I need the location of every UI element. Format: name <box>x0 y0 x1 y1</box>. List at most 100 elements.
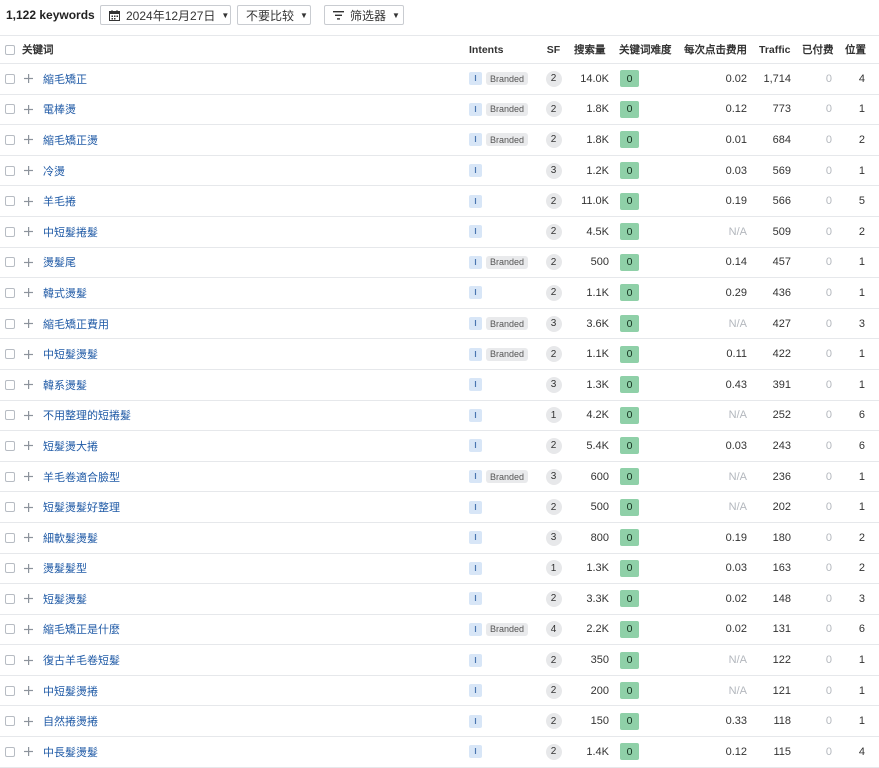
sf-cell[interactable]: 2 <box>545 492 562 522</box>
row-checkbox[interactable] <box>5 125 15 155</box>
row-checkbox[interactable] <box>5 186 15 216</box>
add-keyword-icon[interactable] <box>24 309 33 339</box>
add-keyword-icon[interactable] <box>24 645 33 675</box>
keyword-link[interactable]: 羊毛卷適合臉型 <box>43 462 120 492</box>
keyword-link[interactable]: 韓式燙髮 <box>43 278 87 308</box>
keyword-link[interactable]: 燙髮尾 <box>43 248 76 278</box>
sf-cell[interactable]: 2 <box>545 737 562 767</box>
keyword-link[interactable]: 復古羊毛卷短髮 <box>43 645 120 675</box>
sf-cell[interactable]: 3 <box>545 370 562 400</box>
keyword-link[interactable]: 羊毛捲 <box>43 186 76 216</box>
date-picker-button[interactable]: 2024年12月27日 ▼ <box>100 5 231 25</box>
add-keyword-icon[interactable] <box>24 95 33 125</box>
sf-cell[interactable]: 4 <box>545 615 562 645</box>
row-checkbox[interactable] <box>5 737 15 767</box>
add-keyword-icon[interactable] <box>24 584 33 614</box>
keyword-link[interactable]: 中長髮燙髮 <box>43 737 98 767</box>
row-checkbox[interactable] <box>5 64 15 94</box>
row-checkbox[interactable] <box>5 370 15 400</box>
keyword-link[interactable]: 縮毛矯正費用 <box>43 309 109 339</box>
add-keyword-icon[interactable] <box>24 706 33 736</box>
row-checkbox[interactable] <box>5 523 15 553</box>
add-keyword-icon[interactable] <box>24 737 33 767</box>
row-checkbox[interactable] <box>5 309 15 339</box>
keyword-link[interactable]: 韓系燙髮 <box>43 370 87 400</box>
row-checkbox[interactable] <box>5 492 15 522</box>
column-kd[interactable]: 关键词难度 <box>619 36 672 63</box>
sf-cell[interactable]: 2 <box>545 64 562 94</box>
keyword-link[interactable]: 中短髮燙捲 <box>43 676 98 706</box>
sf-cell[interactable]: 2 <box>545 248 562 278</box>
compare-dropdown[interactable]: 不要比较 ▼ <box>237 5 311 25</box>
row-checkbox[interactable] <box>5 706 15 736</box>
add-keyword-icon[interactable] <box>24 523 33 553</box>
row-checkbox[interactable] <box>5 462 15 492</box>
add-keyword-icon[interactable] <box>24 615 33 645</box>
column-intents[interactable]: Intents <box>469 36 503 63</box>
column-paid[interactable]: 已付费 <box>802 36 834 63</box>
sf-cell[interactable]: 2 <box>545 125 562 155</box>
column-keyword[interactable]: 关键词 <box>22 36 54 63</box>
row-checkbox[interactable] <box>5 645 15 675</box>
sf-cell[interactable]: 1 <box>545 401 562 431</box>
row-checkbox[interactable] <box>5 615 15 645</box>
keyword-link[interactable]: 中短髮捲髮 <box>43 217 98 247</box>
add-keyword-icon[interactable] <box>24 64 33 94</box>
filter-button[interactable]: 筛选器 ▼ <box>324 5 404 25</box>
row-checkbox[interactable] <box>5 217 15 247</box>
keyword-link[interactable]: 縮毛矯正燙 <box>43 125 98 155</box>
keyword-link[interactable]: 縮毛矯正 <box>43 64 87 94</box>
keyword-link[interactable]: 自然捲燙捲 <box>43 706 98 736</box>
add-keyword-icon[interactable] <box>24 339 33 369</box>
add-keyword-icon[interactable] <box>24 217 33 247</box>
sf-cell[interactable]: 2 <box>545 645 562 675</box>
row-checkbox[interactable] <box>5 339 15 369</box>
add-keyword-icon[interactable] <box>24 278 33 308</box>
add-keyword-icon[interactable] <box>24 248 33 278</box>
column-traffic[interactable]: Traffic <box>759 36 791 63</box>
add-keyword-icon[interactable] <box>24 186 33 216</box>
row-checkbox[interactable] <box>5 95 15 125</box>
sf-cell[interactable]: 2 <box>545 676 562 706</box>
keyword-link[interactable]: 燙髮髮型 <box>43 554 87 584</box>
column-position[interactable]: 位置 <box>845 36 866 63</box>
sf-cell[interactable]: 3 <box>545 156 562 186</box>
sf-cell[interactable]: 2 <box>545 186 562 216</box>
keyword-link[interactable]: 細軟髮燙髮 <box>43 523 98 553</box>
keyword-link[interactable]: 短髮燙髮 <box>43 584 87 614</box>
add-keyword-icon[interactable] <box>24 676 33 706</box>
add-keyword-icon[interactable] <box>24 401 33 431</box>
row-checkbox[interactable] <box>5 278 15 308</box>
add-keyword-icon[interactable] <box>24 431 33 461</box>
sf-cell[interactable]: 2 <box>545 584 562 614</box>
row-checkbox[interactable] <box>5 248 15 278</box>
keyword-link[interactable]: 縮毛矯正是什麼 <box>43 615 120 645</box>
column-sf[interactable]: SF <box>545 36 562 63</box>
add-keyword-icon[interactable] <box>24 156 33 186</box>
sf-cell[interactable]: 2 <box>545 706 562 736</box>
keyword-link[interactable]: 短髮燙大捲 <box>43 431 98 461</box>
column-volume[interactable]: 搜索量 <box>574 36 606 63</box>
add-keyword-icon[interactable] <box>24 554 33 584</box>
select-all-checkbox[interactable] <box>5 36 15 63</box>
row-checkbox[interactable] <box>5 676 15 706</box>
keyword-link[interactable]: 不用整理的短捲髮 <box>43 401 131 431</box>
add-keyword-icon[interactable] <box>24 125 33 155</box>
row-checkbox[interactable] <box>5 431 15 461</box>
sf-cell[interactable]: 2 <box>545 339 562 369</box>
sf-cell[interactable]: 1 <box>545 554 562 584</box>
add-keyword-icon[interactable] <box>24 492 33 522</box>
add-keyword-icon[interactable] <box>24 370 33 400</box>
row-checkbox[interactable] <box>5 554 15 584</box>
row-checkbox[interactable] <box>5 584 15 614</box>
column-cpc[interactable]: 每次点击费用 <box>684 36 747 63</box>
keyword-link[interactable]: 中短髮燙髮 <box>43 339 98 369</box>
sf-cell[interactable]: 2 <box>545 278 562 308</box>
sf-cell[interactable]: 2 <box>545 95 562 125</box>
keyword-link[interactable]: 電棒燙 <box>43 95 76 125</box>
sf-cell[interactable]: 2 <box>545 217 562 247</box>
sf-cell[interactable]: 3 <box>545 309 562 339</box>
add-keyword-icon[interactable] <box>24 462 33 492</box>
keyword-link[interactable]: 短髮燙髮好整理 <box>43 492 120 522</box>
sf-cell[interactable]: 3 <box>545 462 562 492</box>
